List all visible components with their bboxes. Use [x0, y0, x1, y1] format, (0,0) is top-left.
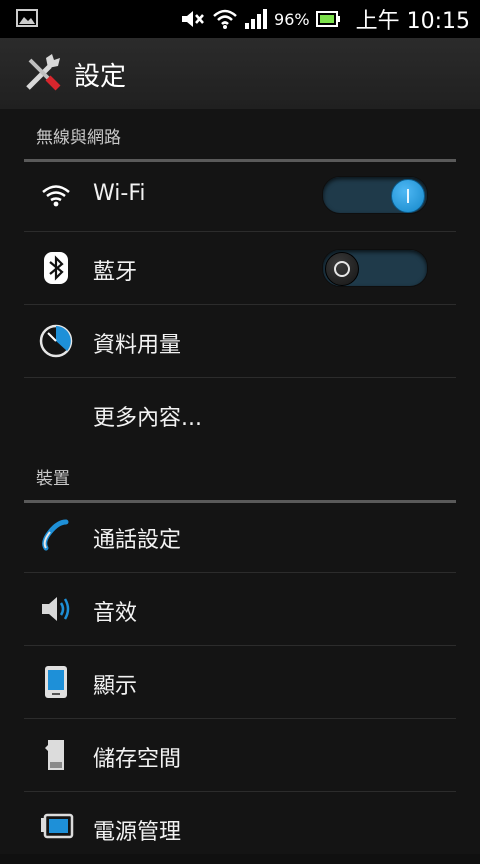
page-title: 設定	[74, 62, 127, 92]
setting-item-more[interactable]: 更多內容...	[24, 378, 456, 450]
setting-item-bluetooth[interactable]: 藍牙	[24, 232, 456, 305]
setting-label: 儲存空間	[93, 747, 182, 772]
sd-card-icon	[45, 740, 64, 770]
battery-percent: 96%	[274, 9, 310, 29]
bluetooth-icon	[44, 252, 68, 284]
display-icon	[45, 666, 67, 698]
setting-item-call-settings[interactable]: 通話設定	[24, 500, 456, 573]
setting-item-power[interactable]: 電源管理	[24, 792, 456, 864]
battery-icon	[41, 813, 74, 839]
settings-list: 無線與網路 Wi-Fi 藍牙 資料用量 更多內容... 裝置 通話設定 音效 顯…	[0, 109, 480, 854]
setting-label: 電源管理	[93, 820, 182, 845]
setting-item-sound[interactable]: 音效	[24, 573, 456, 646]
section-header-device: 裝置	[24, 450, 456, 503]
data-usage-icon	[39, 324, 73, 358]
mute-icon	[182, 11, 204, 27]
clock: 上午 10:15	[355, 9, 470, 34]
battery-icon	[315, 11, 340, 27]
action-bar: 設定	[0, 38, 480, 110]
picture-notification-icon	[16, 9, 38, 27]
wifi-icon	[213, 9, 237, 29]
setting-item-data-usage[interactable]: 資料用量	[24, 305, 456, 378]
setting-label: Wi-Fi	[93, 181, 146, 206]
setting-label: 更多內容...	[93, 406, 202, 431]
phone-icon	[42, 519, 69, 551]
section-title: 裝置	[36, 469, 70, 489]
speaker-icon	[42, 597, 70, 621]
setting-label: 通話設定	[93, 528, 182, 553]
setting-label: 藍牙	[93, 260, 138, 285]
tools-icon[interactable]	[20, 52, 64, 96]
section-header-wireless: 無線與網路	[24, 109, 456, 162]
setting-item-wifi[interactable]: Wi-Fi	[24, 159, 456, 232]
setting-item-storage[interactable]: 儲存空間	[24, 719, 456, 792]
wifi-icon	[42, 185, 70, 207]
section-title: 無線與網路	[36, 128, 121, 148]
status-bar: 96% 上午 10:15	[0, 0, 480, 38]
setting-label: 音效	[93, 601, 138, 626]
setting-label: 顯示	[93, 674, 138, 699]
signal-icon	[245, 9, 268, 29]
setting-item-display[interactable]: 顯示	[24, 646, 456, 719]
toggle-knob	[325, 252, 359, 286]
wifi-toggle[interactable]	[322, 176, 428, 214]
bluetooth-toggle[interactable]	[322, 249, 428, 287]
setting-label: 資料用量	[93, 333, 182, 358]
toggle-knob	[391, 179, 425, 213]
